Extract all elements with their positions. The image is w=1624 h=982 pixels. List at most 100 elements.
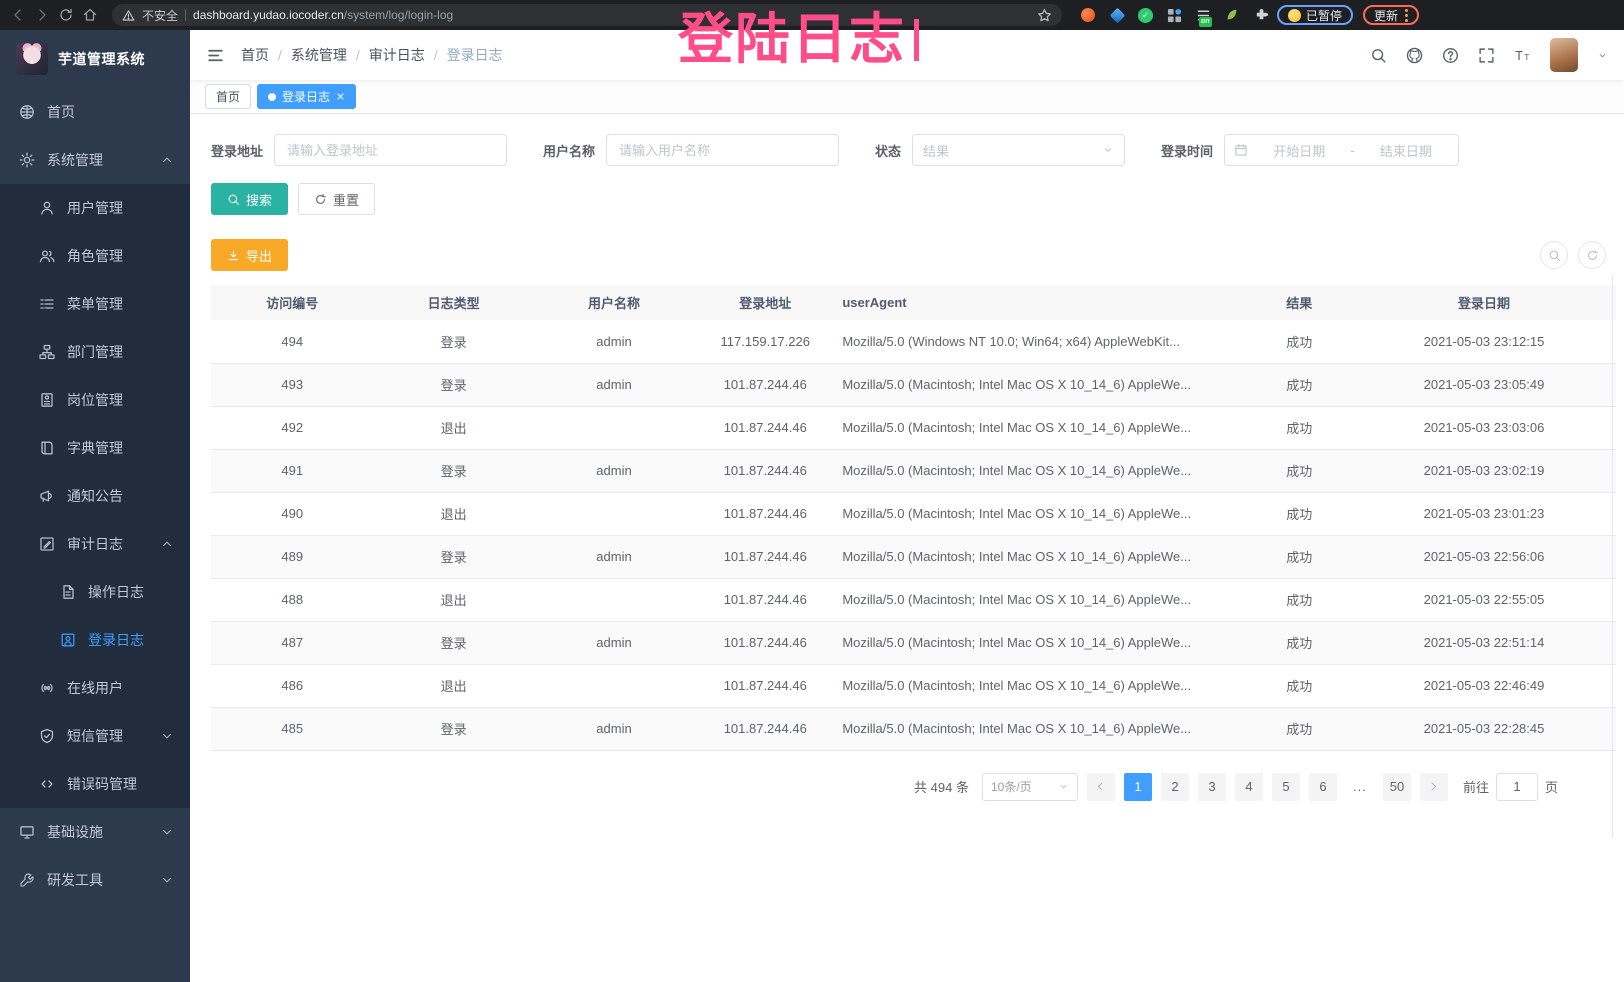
chevron-up-icon	[161, 154, 173, 166]
browser-reload-icon[interactable]	[58, 7, 74, 23]
browser-chrome: 不安全 dashboard.yudao.iocoder.cn/system/lo…	[0, 0, 1624, 30]
page-size-select[interactable]: 10条/页	[982, 773, 1078, 801]
search-icon	[227, 193, 240, 206]
code-icon	[39, 776, 55, 792]
help-icon[interactable]	[1442, 47, 1459, 64]
page-url[interactable]: dashboard.yudao.iocoder.cn/system/log/lo…	[193, 8, 453, 22]
export-button[interactable]: 导出	[211, 239, 288, 271]
sidebar-item-dept[interactable]: 部门管理	[0, 328, 190, 376]
column-header: 日志类型	[373, 285, 533, 320]
table-cell: 491	[211, 449, 373, 492]
extension-green-icon[interactable]: ✓	[1138, 8, 1153, 23]
browser-forward-icon[interactable]	[34, 7, 50, 23]
github-icon[interactable]	[1406, 47, 1423, 64]
fullscreen-icon[interactable]	[1478, 47, 1495, 64]
extension-puzzle-icon[interactable]	[1253, 7, 1269, 23]
not-secure-icon[interactable]	[122, 9, 135, 22]
sidebar-item-label: 字典管理	[67, 438, 123, 458]
tab-login-log[interactable]: 登录日志	[257, 84, 356, 109]
sidebar-item-system[interactable]: 系统管理	[0, 136, 190, 184]
sidebar-item-label: 通知公告	[67, 486, 123, 506]
chevron-left-icon	[1095, 781, 1106, 792]
page-button-5[interactable]: 5	[1272, 773, 1300, 801]
page-button-1[interactable]: 1	[1124, 773, 1152, 801]
login-address-label: 登录地址	[211, 141, 263, 160]
sidebar-item-notice[interactable]: 通知公告	[0, 472, 190, 520]
table-cell: 登录	[373, 320, 533, 363]
table-row: 491登录admin101.87.244.46Mozilla/5.0 (Maci…	[211, 449, 1616, 492]
table-row: 486退出101.87.244.46Mozilla/5.0 (Macintosh…	[211, 664, 1616, 707]
sidebar-item-operate-log[interactable]: 操作日志	[0, 568, 190, 616]
sidebar-item-user[interactable]: 用户管理	[0, 184, 190, 232]
infra-icon	[19, 824, 35, 840]
sidebar-item-infra[interactable]: 基础设施	[0, 808, 190, 856]
page-button-2[interactable]: 2	[1161, 773, 1189, 801]
table-cell: 117.159.17.226	[694, 320, 836, 363]
table-cell: 登录	[373, 449, 533, 492]
header-search-icon[interactable]	[1370, 47, 1387, 64]
page-button-50[interactable]: 50	[1383, 773, 1411, 801]
tab-close-icon[interactable]	[336, 92, 345, 101]
sidebar-item-label: 菜单管理	[67, 294, 123, 314]
login-time-range-picker[interactable]: 开始日期 - 结束日期	[1224, 134, 1459, 166]
page-button-4[interactable]: 4	[1235, 773, 1263, 801]
extension-leaf-icon[interactable]	[1224, 7, 1240, 23]
reset-button[interactable]: 重置	[298, 183, 375, 215]
page-button-6[interactable]: 6	[1309, 773, 1337, 801]
select-caret-icon	[1058, 781, 1069, 792]
end-date-placeholder[interactable]: 结束日期	[1363, 141, 1449, 160]
sidebar-item-audit-log[interactable]: 审计日志	[0, 520, 190, 568]
table-cell: admin	[534, 707, 694, 750]
sidebar-item-error-code[interactable]: 错误码管理	[0, 760, 190, 808]
extension-orange-icon[interactable]	[1080, 7, 1096, 23]
toggle-search-button[interactable]	[1540, 241, 1568, 269]
prev-page-button[interactable]	[1087, 773, 1115, 801]
login-address-input[interactable]	[274, 134, 507, 166]
sidebar-item-home[interactable]: 首页	[0, 88, 190, 136]
sidebar-item-role[interactable]: 角色管理	[0, 232, 190, 280]
status-select[interactable]: 结果	[912, 134, 1125, 166]
users-icon	[39, 248, 55, 264]
sidebar-item-online-user[interactable]: 在线用户	[0, 664, 190, 712]
table-cell: admin	[534, 320, 694, 363]
avatar-caret-down-icon[interactable]	[1597, 50, 1608, 61]
table-cell: admin	[534, 621, 694, 664]
goto-page-input[interactable]	[1496, 773, 1538, 801]
browser-back-icon[interactable]	[10, 7, 26, 23]
sidebar-item-post[interactable]: 岗位管理	[0, 376, 190, 424]
font-size-icon[interactable]: TT	[1514, 47, 1531, 64]
extension-gem-icon[interactable]	[1109, 7, 1125, 23]
sidebar-item-dev-tools[interactable]: 研发工具	[0, 856, 190, 904]
browser-update-button[interactable]: 更新	[1363, 5, 1419, 25]
profile-paused-pill[interactable]: 已暂停	[1277, 5, 1353, 25]
page-button-3[interactable]: 3	[1198, 773, 1226, 801]
extension-list-icon[interactable]: on	[1195, 7, 1211, 23]
browser-home-icon[interactable]	[82, 7, 98, 23]
sidebar-item-dict[interactable]: 字典管理	[0, 424, 190, 472]
sidebar-item-sms[interactable]: 短信管理	[0, 712, 190, 760]
refresh-table-button[interactable]	[1578, 241, 1606, 269]
bookmark-star-icon[interactable]	[1037, 8, 1052, 23]
table-cell: 489	[211, 535, 373, 578]
svg-text:T: T	[1524, 51, 1529, 61]
address-bar[interactable]: 不安全 dashboard.yudao.iocoder.cn/system/lo…	[112, 4, 1062, 26]
app-logo[interactable]: 芋道管理系统	[0, 30, 190, 88]
sidebar-item-menu[interactable]: 菜单管理	[0, 280, 190, 328]
table-cell: 2021-05-03 23:02:19	[1352, 449, 1616, 492]
browser-menu-icon[interactable]	[1405, 9, 1408, 22]
extension-grid-icon[interactable]	[1166, 7, 1182, 23]
table-cell: 2021-05-03 22:56:06	[1352, 535, 1616, 578]
breadcrumb-system[interactable]: 系统管理	[291, 45, 347, 65]
user-avatar[interactable]	[1550, 38, 1578, 72]
username-input[interactable]	[606, 134, 839, 166]
next-page-button[interactable]	[1420, 773, 1448, 801]
breadcrumb-home[interactable]: 首页	[241, 45, 269, 65]
start-date-placeholder[interactable]: 开始日期	[1256, 141, 1342, 160]
page-buttons: 123456...50	[1124, 773, 1411, 801]
sidebar-item-login-log[interactable]: 登录日志	[0, 616, 190, 664]
collapse-sidebar-icon[interactable]	[206, 47, 225, 64]
tab-home[interactable]: 首页	[205, 84, 251, 109]
breadcrumb-audit-log[interactable]: 审计日志	[369, 45, 425, 65]
megaphone-icon	[39, 488, 55, 504]
search-button[interactable]: 搜索	[211, 183, 288, 215]
